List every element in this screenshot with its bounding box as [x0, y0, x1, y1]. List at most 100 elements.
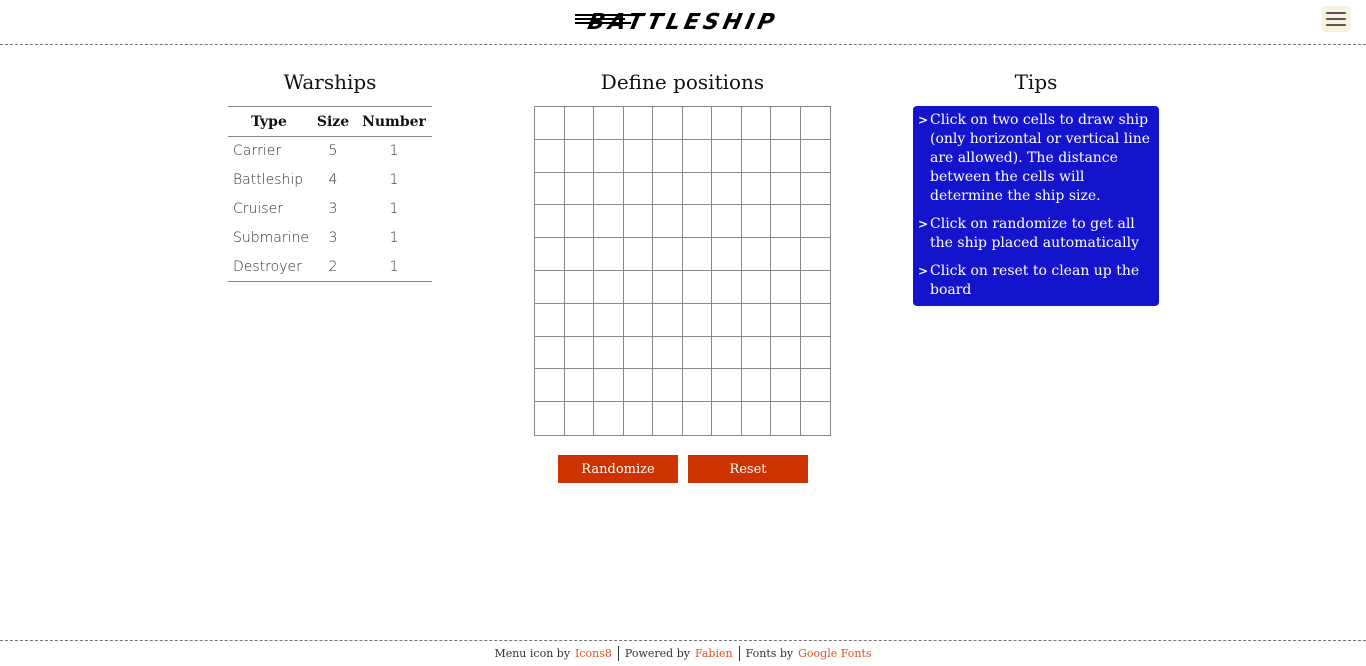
board-cell[interactable] — [594, 270, 624, 304]
board-cell[interactable] — [535, 336, 565, 370]
board-cell[interactable] — [594, 303, 624, 337]
board-cell[interactable] — [535, 238, 565, 271]
board-cell[interactable] — [653, 402, 683, 435]
board-cell[interactable] — [800, 369, 830, 403]
board-cell[interactable] — [712, 107, 742, 140]
reset-button[interactable]: Reset — [688, 455, 808, 483]
board-cell[interactable] — [564, 205, 594, 239]
board-cell[interactable] — [741, 107, 771, 140]
board-cell[interactable] — [771, 205, 801, 239]
placement-board[interactable] — [534, 106, 831, 436]
board-cell[interactable] — [771, 369, 801, 403]
board-cell[interactable] — [800, 303, 830, 337]
board-cell[interactable] — [712, 270, 742, 304]
board-cell[interactable] — [800, 402, 830, 435]
board-cell[interactable] — [594, 205, 624, 239]
board-cell[interactable] — [800, 172, 830, 206]
google-fonts-link[interactable]: Google Fonts — [798, 647, 871, 660]
board-cell[interactable] — [771, 303, 801, 337]
board-cell[interactable] — [800, 336, 830, 370]
board-cell[interactable] — [682, 303, 712, 337]
board-cell[interactable] — [564, 336, 594, 370]
board-cell[interactable] — [564, 369, 594, 403]
board-cell[interactable] — [771, 270, 801, 304]
board-cell[interactable] — [741, 369, 771, 403]
board-cell[interactable] — [623, 139, 653, 173]
board-cell[interactable] — [535, 205, 565, 239]
board-cell[interactable] — [771, 107, 801, 140]
board-cell[interactable] — [564, 172, 594, 206]
board-cell[interactable] — [682, 205, 712, 239]
board-cell[interactable] — [564, 238, 594, 271]
hamburger-menu-icon[interactable] — [1322, 6, 1350, 32]
board-cell[interactable] — [682, 402, 712, 435]
board-cell[interactable] — [653, 303, 683, 337]
board-cell[interactable] — [594, 369, 624, 403]
board-cell[interactable] — [535, 270, 565, 304]
board-cell[interactable] — [800, 107, 830, 140]
board-cell[interactable] — [594, 238, 624, 271]
board-cell[interactable] — [771, 336, 801, 370]
board-cell[interactable] — [623, 205, 653, 239]
board-cell[interactable] — [771, 402, 801, 435]
board-cell[interactable] — [682, 336, 712, 370]
board-cell[interactable] — [623, 303, 653, 337]
board-cell[interactable] — [594, 402, 624, 435]
board-cell[interactable] — [653, 172, 683, 206]
board-cell[interactable] — [682, 139, 712, 173]
board-cell[interactable] — [623, 172, 653, 206]
board-cell[interactable] — [771, 238, 801, 271]
board-cell[interactable] — [800, 205, 830, 239]
board-cell[interactable] — [564, 107, 594, 140]
board-cell[interactable] — [535, 172, 565, 206]
board-cell[interactable] — [712, 238, 742, 271]
board-cell[interactable] — [712, 336, 742, 370]
board-cell[interactable] — [741, 336, 771, 370]
board-cell[interactable] — [712, 205, 742, 239]
board-cell[interactable] — [594, 172, 624, 206]
board-cell[interactable] — [800, 139, 830, 173]
board-cell[interactable] — [564, 402, 594, 435]
board-cell[interactable] — [653, 270, 683, 304]
board-cell[interactable] — [712, 303, 742, 337]
board-cell[interactable] — [682, 369, 712, 403]
board-cell[interactable] — [653, 205, 683, 239]
board-cell[interactable] — [741, 303, 771, 337]
board-cell[interactable] — [594, 107, 624, 140]
board-cell[interactable] — [653, 139, 683, 173]
board-cell[interactable] — [712, 172, 742, 206]
board-cell[interactable] — [712, 139, 742, 173]
board-cell[interactable] — [564, 270, 594, 304]
board-cell[interactable] — [771, 172, 801, 206]
board-cell[interactable] — [741, 270, 771, 304]
board-cell[interactable] — [712, 402, 742, 435]
board-cell[interactable] — [682, 107, 712, 140]
board-cell[interactable] — [741, 238, 771, 271]
board-cell[interactable] — [623, 369, 653, 403]
board-cell[interactable] — [535, 369, 565, 403]
board-cell[interactable] — [741, 172, 771, 206]
board-cell[interactable] — [653, 107, 683, 140]
board-cell[interactable] — [594, 336, 624, 370]
board-cell[interactable] — [653, 238, 683, 271]
board-cell[interactable] — [564, 139, 594, 173]
board-cell[interactable] — [741, 139, 771, 173]
board-cell[interactable] — [800, 270, 830, 304]
board-cell[interactable] — [535, 107, 565, 140]
board-cell[interactable] — [653, 369, 683, 403]
board-cell[interactable] — [741, 402, 771, 435]
board-cell[interactable] — [564, 303, 594, 337]
board-cell[interactable] — [535, 139, 565, 173]
fabien-link[interactable]: Fabien — [695, 647, 733, 660]
icons8-link[interactable]: Icons8 — [575, 647, 612, 660]
board-cell[interactable] — [623, 238, 653, 271]
board-cell[interactable] — [594, 139, 624, 173]
board-cell[interactable] — [623, 270, 653, 304]
board-cell[interactable] — [712, 369, 742, 403]
board-cell[interactable] — [682, 270, 712, 304]
board-cell[interactable] — [800, 238, 830, 271]
randomize-button[interactable]: Randomize — [558, 455, 678, 483]
board-cell[interactable] — [623, 336, 653, 370]
board-cell[interactable] — [535, 402, 565, 435]
board-cell[interactable] — [771, 139, 801, 173]
